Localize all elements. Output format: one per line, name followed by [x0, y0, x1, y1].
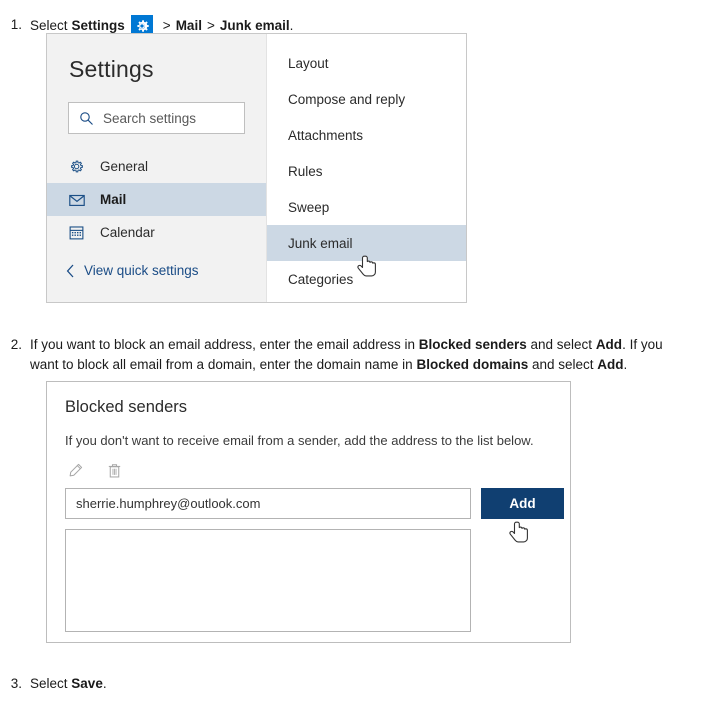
step-2-number: 2.: [10, 337, 22, 352]
blocked-senders-toolbar: [47, 448, 570, 479]
menu-item-label: Junk email: [288, 235, 353, 251]
menu-item-junk-email[interactable]: Junk email: [267, 225, 466, 261]
step-3-lead: Select: [30, 676, 68, 691]
blocked-senders-list[interactable]: [65, 529, 471, 632]
step-3-period: .: [102, 676, 107, 691]
menu-item-layout[interactable]: Layout: [267, 45, 466, 81]
step-2-text-b: and select: [526, 337, 596, 352]
step-2: 2. If you want to block an email address…: [8, 335, 688, 375]
calendar-icon: [68, 224, 86, 241]
step-3-number: 3.: [10, 676, 22, 691]
step-2-text: If you want to block an email address, e…: [30, 335, 688, 375]
envelope-icon: [68, 191, 86, 209]
search-settings-input[interactable]: Search settings: [68, 102, 245, 134]
blocked-senders-add-row: sherrie.humphrey@outlook.com Add: [47, 479, 570, 519]
settings-title: Settings: [69, 56, 154, 82]
menu-item-attachments[interactable]: Attachments: [267, 117, 466, 153]
gear-icon: [68, 158, 86, 175]
menu-item-label: Compose and reply: [288, 91, 406, 107]
settings-menu-list: Layout Compose and reply Attachments Rul…: [266, 34, 466, 302]
menu-item-compose-and-reply[interactable]: Compose and reply: [267, 81, 466, 117]
menu-item-label: Rules: [288, 163, 323, 179]
view-quick-settings-label: View quick settings: [84, 263, 199, 278]
step-1-number: 1.: [10, 17, 22, 32]
step-3: 3. Select Save.: [8, 674, 308, 694]
step-2-bold-blocked-domains: Blocked domains: [416, 357, 529, 372]
settings-panel: Settings Search settings General Mail Ca…: [46, 33, 467, 303]
step-3-text: Select Save.: [30, 674, 308, 694]
search-icon: [79, 111, 94, 126]
sidebar-item-label: Calendar: [100, 225, 155, 240]
menu-item-label: Sweep: [288, 199, 330, 215]
sidebar-item-mail[interactable]: Mail: [47, 183, 266, 216]
step-2-text-e: .: [623, 357, 628, 372]
search-settings-placeholder: Search settings: [103, 110, 197, 126]
menu-item-rules[interactable]: Rules: [267, 153, 466, 189]
menu-item-label: Attachments: [288, 127, 364, 143]
sidebar-item-label: General: [100, 159, 149, 174]
blocked-sender-input[interactable]: sherrie.humphrey@outlook.com: [65, 488, 471, 519]
step-2-text-a: If you want to block an email address, e…: [30, 337, 419, 352]
blocked-senders-panel: Blocked senders If you don't want to rec…: [46, 381, 571, 643]
step-3-bold-save: Save: [71, 676, 103, 691]
blocked-senders-description: If you don't want to receive email from …: [65, 433, 534, 448]
menu-item-sweep[interactable]: Sweep: [267, 189, 466, 225]
menu-item-label: Layout: [288, 55, 329, 71]
blocked-senders-title: Blocked senders: [65, 398, 187, 416]
menu-item-label: Categories: [288, 271, 354, 287]
delete-icon[interactable]: [106, 462, 123, 479]
add-button[interactable]: Add: [481, 488, 564, 519]
page-root: 1. Select Settings > Mail > Junk email. …: [0, 0, 725, 701]
chevron-left-icon: [66, 264, 75, 278]
step-2-bold-add-2: Add: [597, 357, 624, 372]
settings-nav-list: General Mail Calendar: [47, 150, 266, 249]
step-2-text-d: and select: [528, 357, 598, 372]
step-2-bold-blocked-senders: Blocked senders: [418, 337, 527, 352]
settings-sidebar: Settings Search settings General Mail Ca…: [47, 34, 266, 302]
sidebar-item-calendar[interactable]: Calendar: [47, 216, 266, 249]
edit-icon[interactable]: [67, 462, 84, 479]
blocked-sender-input-value: sherrie.humphrey@outlook.com: [76, 496, 261, 511]
view-quick-settings-link[interactable]: View quick settings: [47, 263, 266, 278]
step-2-bold-add-1: Add: [595, 337, 623, 352]
sidebar-item-general[interactable]: General: [47, 150, 266, 183]
menu-item-categories[interactable]: Categories: [267, 261, 466, 297]
sidebar-item-label: Mail: [100, 192, 127, 207]
